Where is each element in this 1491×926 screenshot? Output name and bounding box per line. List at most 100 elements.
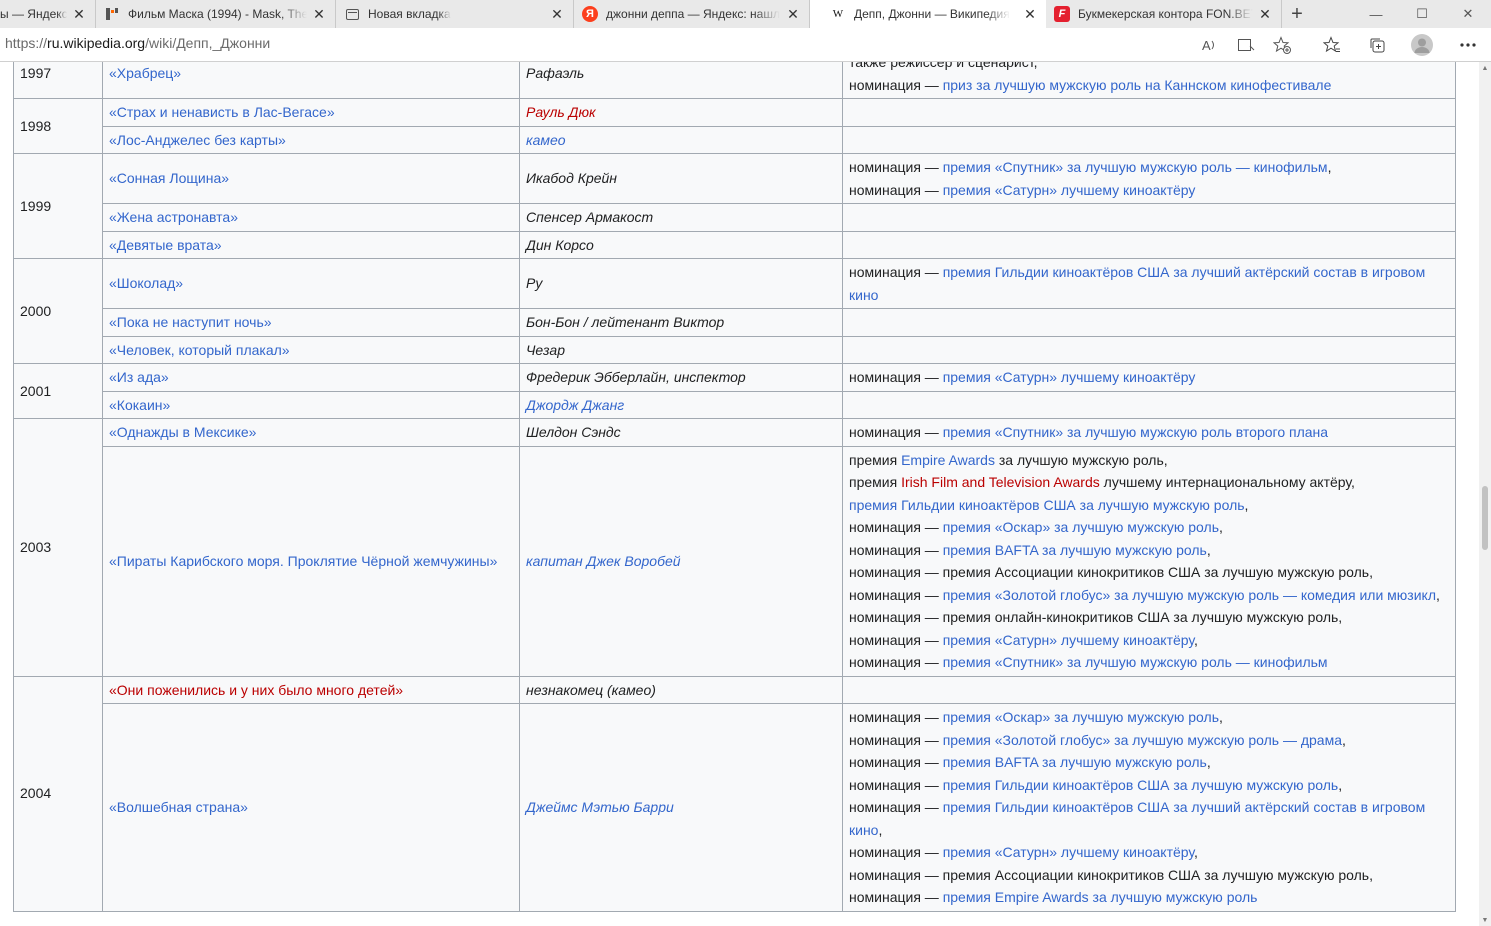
reader-mode-icon[interactable]	[1234, 33, 1258, 57]
role-link[interactable]: Джордж Джанг	[526, 397, 624, 413]
film-link[interactable]: «Сонная Лощина»	[109, 170, 229, 186]
role-link[interactable]: Джеймс Мэтью Барри	[526, 799, 674, 815]
role-link[interactable]: камео	[526, 132, 566, 148]
award-link[interactable]: премия BAFTA за лучшую мужскую роль	[943, 542, 1207, 558]
award-link[interactable]: премия BAFTA за лучшую мужскую роль	[943, 754, 1207, 770]
note-line: номинация — премия «Золотой глобус» за л…	[849, 729, 1449, 752]
role-cell: Фредерик Эбберлайн, инспектор	[519, 363, 843, 392]
award-link[interactable]: премия «Золотой глобус» за лучшую мужску…	[943, 732, 1342, 748]
note-text: премия	[849, 474, 902, 490]
film-link[interactable]: «Страх и ненависть в Лас-Вегасе»	[109, 104, 335, 120]
award-link[interactable]: Empire Awards	[901, 452, 995, 468]
award-link[interactable]: премия «Спутник» за лучшую мужскую роль …	[943, 159, 1328, 175]
film-cell: «Они поженились и у них было много детей…	[102, 675, 520, 704]
tab-wikipedia[interactable]: W Депп, Джонни — Википедия ✕	[810, 0, 1046, 28]
note-text: ,	[1342, 731, 1346, 748]
note-text: номинация —	[849, 709, 943, 725]
scroll-down-arrow-icon[interactable]: ▼	[1479, 914, 1491, 926]
scroll-up-arrow-icon[interactable]: ▲	[1479, 62, 1491, 74]
award-link[interactable]: премия «Оскар» за лучшую мужскую роль	[943, 519, 1219, 535]
tab-yandex-search[interactable]: ы — Яндекс ✕	[0, 0, 96, 28]
film-link[interactable]: «Однажды в Мексике»	[109, 424, 256, 440]
film-link[interactable]: «Жена астронавта»	[109, 209, 238, 225]
film-link[interactable]: «Кокаин»	[109, 397, 170, 413]
maximize-button[interactable]: ☐	[1399, 0, 1445, 28]
award-link[interactable]: премия «Сатурн» лучшему киноактёру	[943, 369, 1196, 385]
award-link[interactable]: премия «Сатурн» лучшему киноактёру	[943, 844, 1194, 860]
award-link[interactable]: приз за лучшую мужскую роль на Каннском …	[943, 77, 1332, 93]
award-link[interactable]: премия «Оскар» за лучшую мужскую роль	[943, 709, 1219, 725]
avatar-icon	[1411, 34, 1433, 56]
film-link[interactable]: «Пока не наступит ночь»	[109, 314, 272, 330]
close-window-button[interactable]: ✕	[1445, 0, 1491, 28]
notes-cell	[842, 203, 1456, 232]
collections-icon[interactable]	[1365, 33, 1389, 57]
award-link[interactable]: премия «Сатурн» лучшему киноактёру	[943, 182, 1196, 198]
film-link[interactable]: «Из ада»	[109, 369, 169, 385]
notes-cell	[842, 230, 1456, 259]
film-link[interactable]: «Пираты Карибского моря. Проклятие Чёрно…	[109, 553, 497, 569]
kinopoisk-icon	[104, 6, 120, 22]
film-link[interactable]: «Шоколад»	[109, 275, 183, 291]
role-link[interactable]: Рауль Дюк	[526, 104, 596, 120]
award-link[interactable]: премия Гильдии киноактёров США за лучшую…	[849, 497, 1245, 513]
notes-cell	[842, 390, 1456, 419]
add-favorite-icon[interactable]	[1270, 33, 1294, 57]
table-row: 1999 «Сонная Лощина» Икабод Крейн номинация…	[13, 153, 1456, 259]
film-link[interactable]: «Девятые врата»	[109, 237, 222, 253]
film-link[interactable]: «Они поженились и у них было много детей…	[109, 682, 403, 698]
award-link[interactable]: Irish Film and Television Awards	[901, 474, 1100, 490]
film-cell: «Девятые врата»	[102, 230, 520, 259]
film-cell: «Сонная Лощина»	[102, 153, 520, 204]
read-aloud-icon[interactable]: A	[1198, 33, 1222, 57]
year-cell: 1997	[13, 62, 103, 99]
notes-cell: номинация — премия «Спутник» за лучшую м…	[842, 153, 1456, 204]
note-line: номинация — премия онлайн-кинокритиков С…	[849, 606, 1449, 629]
new-tab-button[interactable]: +	[1282, 0, 1312, 28]
tab-fonbet[interactable]: F Букмекерская контора FON.BET ✕	[1046, 0, 1282, 28]
award-link[interactable]: премия «Спутник» за лучшую мужскую роль …	[943, 654, 1328, 670]
note-text: номинация —	[849, 181, 943, 198]
settings-more-icon[interactable]	[1456, 33, 1480, 57]
close-tab-icon[interactable]: ✕	[1257, 6, 1273, 22]
tab-title: Фильм Маска (1994) - Mask, The	[128, 7, 307, 21]
film-link[interactable]: «Человек, который плакал»	[109, 342, 290, 358]
award-link[interactable]: премия Гильдии киноактёров США за лучшую…	[943, 777, 1339, 793]
table-row: 1998 «Страх и ненависть в Лас-Вегасе» Раул…	[13, 98, 1456, 154]
note-line: номинация — приз за лучшую мужскую роль …	[849, 74, 1449, 97]
award-link[interactable]: премия «Сатурн» лучшему киноактёру	[943, 632, 1194, 648]
notes-cell: премия Empire Awards за лучшую мужскую р…	[842, 445, 1456, 677]
film-link[interactable]: «Храбрец»	[109, 65, 181, 81]
note-line: номинация — премия Гильдии киноактёров С…	[849, 261, 1449, 306]
award-link[interactable]: премия «Спутник» за лучшую мужскую роль …	[943, 424, 1328, 440]
year-cell: 2001	[13, 363, 103, 419]
award-link[interactable]: премия Empire Awards за лучшую мужскую р…	[943, 889, 1258, 905]
close-tab-icon[interactable]: ✕	[71, 6, 87, 22]
close-tab-icon[interactable]: ✕	[311, 6, 327, 22]
tab-kinopoisk[interactable]: Фильм Маска (1994) - Mask, The ✕	[96, 0, 336, 28]
film-link[interactable]: «Волшебная страна»	[109, 799, 248, 815]
notes-cell	[842, 308, 1456, 337]
note-line: номинация — премия BAFTA за лучшую мужск…	[849, 751, 1449, 774]
table-row: 2000 «Шоколад» Ру номинация — премия Гильди…	[13, 258, 1456, 364]
address-bar[interactable]: https://ru.wikipedia.org/wiki/Депп,_Джон…	[5, 35, 270, 51]
tab-yandex-depp[interactable]: Я джонни деппа — Яндекс: нашл ✕	[574, 0, 810, 28]
close-tab-icon[interactable]: ✕	[549, 6, 565, 22]
award-link[interactable]: премия «Золотой глобус» за лучшую мужску…	[943, 587, 1436, 603]
favorites-icon[interactable]	[1320, 33, 1344, 57]
tab-new-tab[interactable]: Новая вкладка ✕	[336, 0, 574, 28]
profile-avatar[interactable]	[1410, 33, 1434, 57]
role-cell: Шелдон Сэндс	[519, 418, 843, 447]
close-tab-icon[interactable]: ✕	[1022, 6, 1038, 22]
role-text: Фредерик Эбберлайн, инспектор	[526, 369, 746, 385]
close-tab-icon[interactable]: ✕	[785, 6, 801, 22]
tab-title: ы — Яндекс	[0, 7, 67, 21]
role-link[interactable]: капитан Джек Воробей	[526, 553, 681, 569]
minimize-button[interactable]: —	[1353, 0, 1399, 28]
vertical-scrollbar[interactable]: ▲ ▼	[1479, 62, 1491, 926]
film-link[interactable]: «Лос-Анджелес без карты»	[109, 132, 286, 148]
notes-cell	[842, 98, 1456, 127]
table-row: «Волшебная страна» Джеймс Мэтью Барри номи…	[14, 703, 1456, 912]
note-text: премия	[849, 451, 902, 468]
scrollbar-thumb[interactable]	[1482, 486, 1488, 550]
